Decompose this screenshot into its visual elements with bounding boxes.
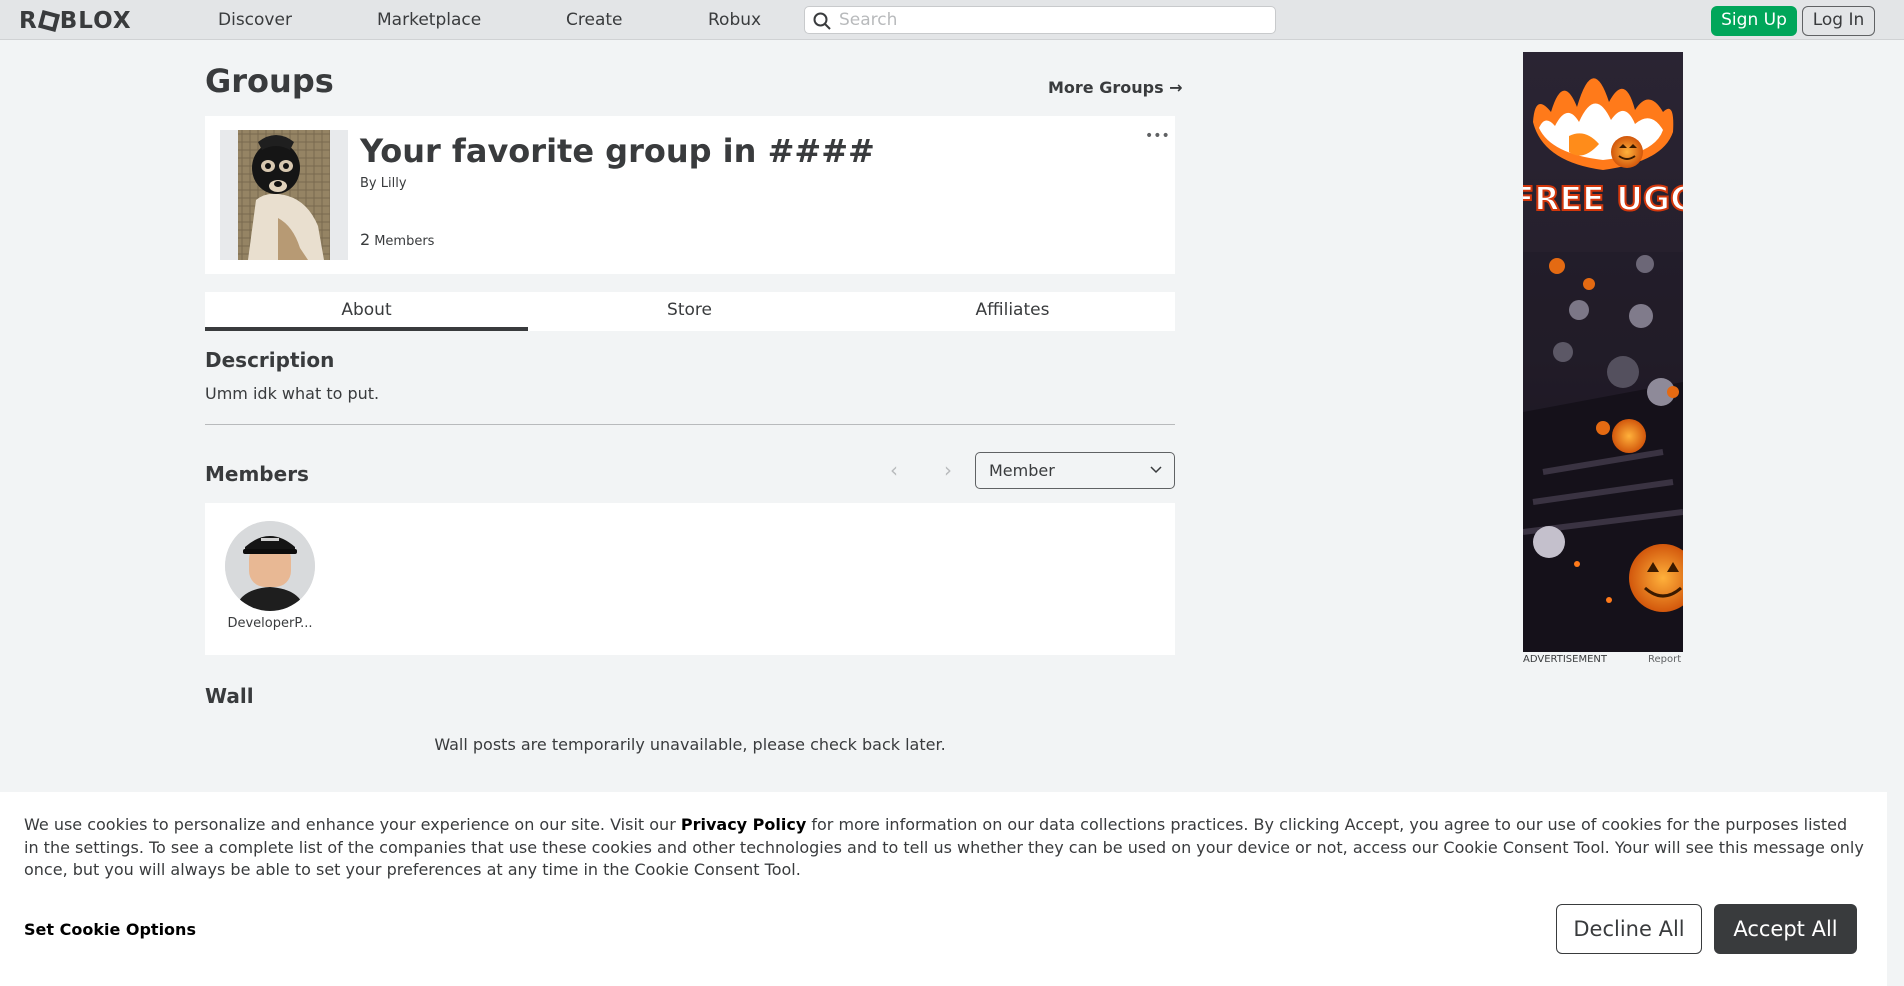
section-divider bbox=[205, 424, 1175, 425]
advertisement-label: ADVERTISEMENT bbox=[1523, 654, 1608, 665]
logo-o-icon bbox=[37, 9, 60, 33]
search-icon bbox=[813, 12, 831, 30]
roblox-logo[interactable]: R BLOX bbox=[19, 8, 132, 34]
member-count-value: 2 bbox=[360, 230, 371, 249]
owner-link[interactable]: Lilly bbox=[381, 176, 407, 191]
tab-affiliates[interactable]: Affiliates bbox=[851, 292, 1174, 331]
avatar-image bbox=[225, 521, 315, 611]
decline-all-button[interactable]: Decline All bbox=[1556, 904, 1702, 954]
nav-marketplace[interactable]: Marketplace bbox=[377, 10, 481, 30]
chevron-down-icon bbox=[1150, 466, 1162, 474]
set-cookie-options-link[interactable]: Set Cookie Options bbox=[24, 920, 196, 939]
report-ad-link[interactable]: Report bbox=[1648, 654, 1681, 665]
nav-discover[interactable]: Discover bbox=[218, 10, 292, 30]
members-title: Members bbox=[205, 462, 309, 486]
group-name: Your favorite group in #### bbox=[360, 132, 875, 170]
search-box[interactable] bbox=[804, 6, 1276, 34]
prev-page-icon[interactable]: ‹ bbox=[890, 458, 898, 482]
more-groups-link[interactable]: More Groups → bbox=[1048, 78, 1183, 97]
wall-title: Wall bbox=[205, 684, 254, 708]
svg-text:FREE UGC: FREE UGC bbox=[1523, 179, 1683, 218]
description-title: Description bbox=[205, 348, 335, 372]
role-select[interactable]: Member bbox=[975, 452, 1175, 489]
advertisement-image: FREE UGC bbox=[1523, 52, 1683, 652]
accept-all-button[interactable]: Accept All bbox=[1714, 904, 1857, 954]
logo-letter: R bbox=[19, 8, 38, 34]
logo-letters: BLOX bbox=[59, 8, 132, 34]
group-header-card: Your favorite group in #### By Lilly 2 Me… bbox=[205, 116, 1175, 274]
member-avatar[interactable] bbox=[225, 521, 315, 611]
group-tabs: About Store Affiliates bbox=[205, 292, 1175, 331]
by-label: By bbox=[360, 176, 377, 191]
members-panel: DeveloperP... bbox=[205, 503, 1175, 655]
nav-robux[interactable]: Robux bbox=[708, 10, 761, 30]
member-card[interactable]: DeveloperP... bbox=[225, 521, 315, 631]
page-scrollbar-track[interactable] bbox=[1887, 40, 1904, 986]
member-count-label: Members bbox=[374, 234, 435, 249]
nav-create[interactable]: Create bbox=[566, 10, 623, 30]
log-in-button[interactable]: Log In bbox=[1802, 6, 1875, 36]
role-select-value: Member bbox=[989, 461, 1055, 480]
cookie-text-before: We use cookies to personalize and enhanc… bbox=[24, 815, 681, 834]
group-owner: By Lilly bbox=[360, 176, 407, 191]
description-text: Umm idk what to put. bbox=[205, 384, 380, 403]
ad-headline: FREE UGC bbox=[1523, 178, 1683, 219]
advertisement-banner[interactable]: FREE UGC bbox=[1523, 52, 1683, 652]
tab-about[interactable]: About bbox=[205, 292, 528, 331]
search-input[interactable] bbox=[837, 9, 1267, 31]
wall-message: Wall posts are temporarily unavailable, … bbox=[434, 735, 946, 754]
more-options-icon[interactable]: ••• bbox=[1145, 128, 1170, 144]
sign-up-button[interactable]: Sign Up bbox=[1711, 6, 1797, 36]
member-name[interactable]: DeveloperP... bbox=[225, 616, 315, 631]
privacy-policy-link[interactable]: Privacy Policy bbox=[681, 815, 806, 834]
cookie-message: We use cookies to personalize and enhanc… bbox=[24, 814, 1864, 882]
page-title: Groups bbox=[205, 62, 334, 100]
group-emblem-image bbox=[238, 130, 330, 260]
tab-store[interactable]: Store bbox=[528, 292, 851, 331]
group-emblem[interactable] bbox=[220, 130, 348, 260]
next-page-icon[interactable]: › bbox=[944, 458, 952, 482]
member-count: 2 Members bbox=[360, 230, 434, 249]
top-navbar: R BLOX Discover Marketplace Create Robux … bbox=[0, 0, 1904, 40]
cookie-banner: We use cookies to personalize and enhanc… bbox=[0, 792, 1887, 986]
